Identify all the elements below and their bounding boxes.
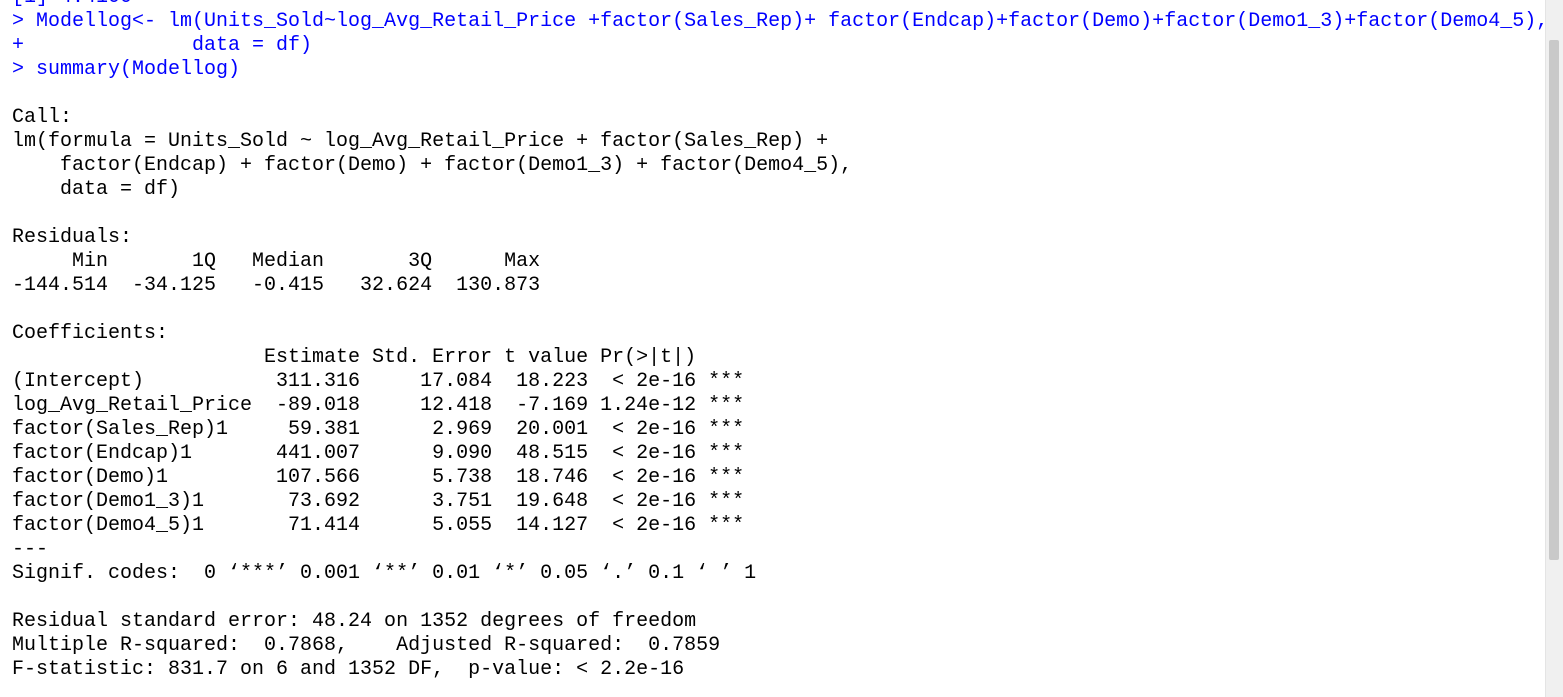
r-console[interactable]: [1] 4.4100 > Modellog<- lm(Units_Sold~lo… — [0, 0, 1545, 697]
coefficient-row: log_Avg_Retail_Price -89.018 12.418 -7.1… — [12, 394, 745, 417]
call-formula-line: factor(Endcap) + factor(Demo) + factor(D… — [12, 154, 853, 177]
console-continuation-line: + data = df) — [12, 34, 313, 57]
coefficient-row: (Intercept) 311.316 17.084 18.223 < 2e-1… — [12, 370, 745, 393]
coefficient-row: factor(Demo)1 107.566 5.738 18.746 < 2e-… — [12, 466, 745, 489]
r-squared-line: Multiple R-squared: 0.7868, Adjusted R-s… — [12, 634, 733, 657]
vertical-scrollbar[interactable] — [1545, 0, 1563, 697]
call-formula-line: lm(formula = Units_Sold ~ log_Avg_Retail… — [12, 130, 829, 153]
coefficients-heading: Coefficients: — [12, 322, 169, 345]
residual-std-error-line: Residual standard error: 48.24 on 1352 d… — [12, 610, 697, 633]
residuals-values-row: -144.514 -34.125 -0.415 32.624 130.873 — [12, 274, 553, 297]
scrollbar-thumb[interactable] — [1549, 40, 1559, 560]
signif-codes-line: Signif. codes: 0 ‘***’ 0.001 ‘**’ 0.01 ‘… — [12, 562, 757, 585]
console-command-line: > Modellog<- lm(Units_Sold~log_Avg_Retai… — [12, 10, 1545, 33]
call-heading: Call: — [12, 106, 73, 129]
console-output-line: [1] 4.4100 — [12, 0, 132, 10]
coefficient-row: factor(Endcap)1 441.007 9.090 48.515 < 2… — [12, 442, 745, 465]
coefficients-header-row: Estimate Std. Error t value Pr(>|t|) — [12, 346, 745, 369]
coefficient-row: factor(Demo4_5)1 71.414 5.055 14.127 < 2… — [12, 514, 745, 537]
coefficient-row: factor(Demo1_3)1 73.692 3.751 19.648 < 2… — [12, 490, 745, 513]
residuals-heading: Residuals: — [12, 226, 133, 249]
call-formula-line: data = df) — [12, 178, 181, 201]
console-command-line: > summary(Modellog) — [12, 58, 241, 81]
coefficient-row: factor(Sales_Rep)1 59.381 2.969 20.001 <… — [12, 418, 745, 441]
f-statistic-line: F-statistic: 831.7 on 6 and 1352 DF, p-v… — [12, 658, 685, 681]
residuals-header-row: Min 1Q Median 3Q Max — [12, 250, 553, 273]
separator-line: --- — [12, 538, 49, 561]
